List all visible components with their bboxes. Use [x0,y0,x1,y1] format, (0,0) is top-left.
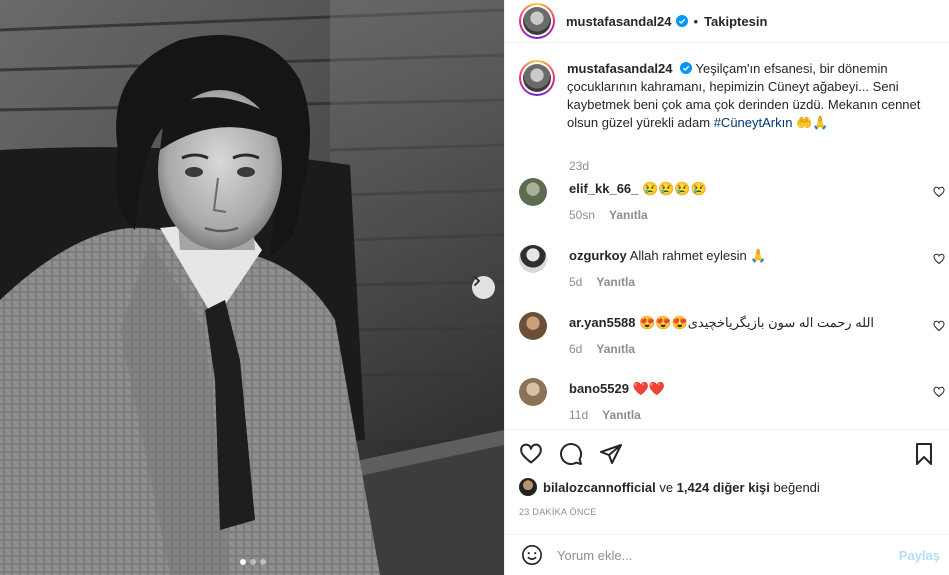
comment-body: bano5529 ❤️❤️ [569,380,909,398]
post-sidebar: mustafasandal24 • Takiptesin mustafasand… [504,0,949,575]
following-button[interactable]: Takiptesin [704,14,767,29]
likes-suffix: beğendi [773,479,820,495]
carousel-next-button[interactable] [472,276,495,299]
reply-button[interactable]: Yanıtla [602,408,641,422]
comment-meta: 5d Yanıtla [569,275,635,289]
likes-summary: bilalozcannofficial ve 1,424 diğer kişi … [519,478,820,496]
comment-avatar[interactable] [519,378,547,406]
carousel-dot [240,559,246,565]
likes-count[interactable]: 1,424 diğer kişi [677,480,770,495]
post-comment-button[interactable]: Paylaş [899,548,940,563]
comment-avatar[interactable] [519,245,547,273]
caption-hashtag[interactable]: #CüneytArkın [714,115,793,130]
comment-time: 5d [569,275,583,289]
post-header: mustafasandal24 • Takiptesin [505,0,949,43]
bookmark-icon[interactable] [912,442,936,466]
comment-icon[interactable] [559,442,583,466]
comment-meta: 11d Yanıtla [569,408,641,422]
reply-button[interactable]: Yanıtla [596,342,635,356]
comment-username[interactable]: elif_kk_66_ [569,181,638,196]
caption-avatar[interactable] [519,60,555,96]
comment-like-heart-icon[interactable] [933,253,945,265]
comment-username[interactable]: bano5529 [569,381,629,396]
comment-text: 😢😢😢😢 [642,181,707,196]
liker-avatar[interactable] [519,478,537,496]
author-username[interactable]: mustafasandal24 [566,14,672,29]
carousel-dots [240,559,266,565]
caption-time: 23d [569,159,590,173]
author-avatar[interactable] [519,3,555,39]
photo-illustration [0,0,504,575]
header-separator: • [693,13,699,29]
comment-avatar[interactable] [519,312,547,340]
comment-body: elif_kk_66_ 😢😢😢😢 [569,180,909,198]
comment-like-heart-icon[interactable] [933,186,945,198]
comment-meta: 50sn Yanıtla [569,208,648,222]
verified-icon [675,15,688,27]
caption-emoji: 🤲🙏 [796,115,829,130]
emoji-icon[interactable] [521,544,543,566]
comment-username[interactable]: ar.yan5588 [569,315,636,330]
heart-icon[interactable] [519,442,543,466]
carousel-dot [250,559,256,565]
likes-connector: ve [659,479,674,495]
comment-composer: Paylaş [505,534,949,575]
caption-text: mustafasandal24 Yeşilçam'ın efsanesi, bi… [567,60,927,132]
post-timestamp: 23 DAKİKA ÖNCE [519,507,597,517]
comment-time: 11d [569,408,589,422]
carousel-dot [260,559,266,565]
post-modal: mustafasandal24 • Takiptesin mustafasand… [0,0,949,575]
comment-username[interactable]: ozgurkoy [569,248,627,263]
comment-time: 6d [569,342,583,356]
action-bar [505,429,949,475]
comments-list: mustafasandal24 Yeşilçam'ın efsanesi, bi… [505,44,949,429]
comment-meta: 6d Yanıtla [569,342,635,356]
comment-like-heart-icon[interactable] [933,320,945,332]
comment-body: ozgurkoy Allah rahmet eylesin 🙏 [569,247,909,265]
liker-username[interactable]: bilalozcannofficial [543,480,656,495]
comment-time: 50sn [569,208,596,222]
comment-like-heart-icon[interactable] [933,386,945,398]
comment-input[interactable] [557,547,877,563]
reply-button[interactable]: Yanıtla [596,275,635,289]
verified-icon [680,62,693,74]
post-photo[interactable] [0,0,504,575]
comment-text: 😍😍😍الله رحمت اله سون بازیگریاخچیدی [639,315,875,330]
caption: mustafasandal24 Yeşilçam'ın efsanesi, bi… [519,60,939,173]
reply-button[interactable]: Yanıtla [609,208,648,222]
caption-username[interactable]: mustafasandal24 [567,61,673,76]
comment-body: ar.yan5588 😍😍😍الله رحمت اله سون بازیگریا… [569,314,909,332]
comment-text: ❤️❤️ [632,381,665,396]
share-icon[interactable] [599,442,623,466]
comment-avatar[interactable] [519,178,547,206]
chevron-right-icon [474,276,481,286]
comment-text: Allah rahmet eylesin 🙏 [629,248,767,263]
